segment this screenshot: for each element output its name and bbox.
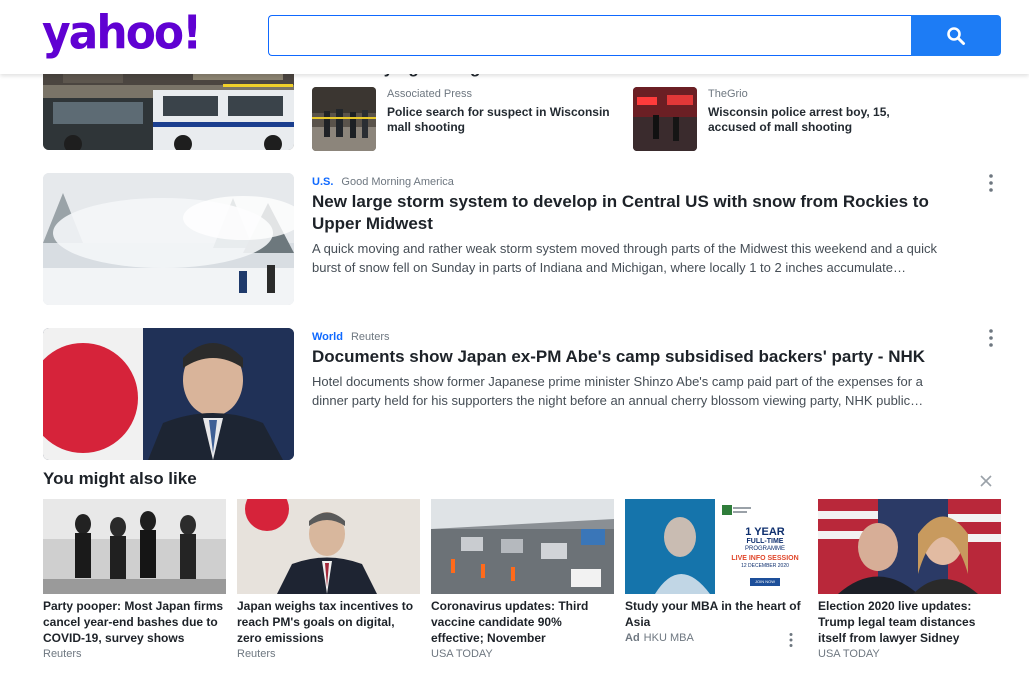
story-headline-1[interactable]: New large storm system to develop in Cen… (312, 191, 932, 235)
related-thumbnail-2 (633, 87, 697, 151)
card-provider-1: Reuters (43, 648, 82, 660)
card-provider-5: USA TODAY (818, 648, 880, 660)
story-summary-2: Hotel documents show former Japanese pri… (312, 374, 924, 408)
story-headline-2[interactable]: Documents show Japan ex-PM Abe's camp su… (312, 346, 962, 368)
card-title-2[interactable]: Japan weighs tax incentives to reach PM'… (237, 598, 420, 646)
related-story-1[interactable]: Associated Press Police search for suspe… (312, 87, 622, 151)
story-category-1[interactable]: U.S. (312, 176, 333, 188)
ad-image-text: 1 YEAR FULL-TIME PROGRAMME LIVE INFO SES… (731, 526, 799, 586)
ad-label: Ad (625, 632, 640, 644)
recommendation-card-3[interactable]: Coronavirus updates: Third vaccine candi… (431, 499, 614, 660)
story-provider-1: Good Morning America (341, 176, 454, 188)
card-title-5[interactable]: Election 2020 live updates: Trump legal … (818, 598, 1001, 646)
recommendation-card-1[interactable]: Party pooper: Most Japan firms cancel ye… (43, 499, 226, 660)
more-vertical-icon[interactable] (981, 173, 1001, 193)
search-icon (947, 26, 965, 45)
card-provider-2: Reuters (237, 648, 276, 660)
story-provider-2: Reuters (350, 331, 390, 343)
card-thumbnail-4: 1 YEAR FULL-TIME PROGRAMME LIVE INFO SES… (625, 499, 808, 594)
related-thumbnail-1 (312, 87, 376, 151)
card-thumbnail-2 (237, 499, 420, 594)
story-thumbnail-snow[interactable] (43, 173, 294, 305)
related-story-2[interactable]: TheGrio Wisconsin police arrest boy, 15,… (633, 87, 943, 151)
search-button[interactable] (911, 15, 1001, 56)
you-might-also-like-heading: You might also like (43, 469, 197, 488)
story-meta-2: World Reuters (312, 331, 390, 343)
recommendation-card-5[interactable]: Election 2020 live updates: Trump legal … (818, 499, 1001, 660)
story-thumbnail-abe[interactable] (43, 328, 294, 460)
card-provider-3: USA TODAY (431, 648, 493, 660)
related-provider-2: TheGrio (708, 88, 748, 100)
card-title-1[interactable]: Party pooper: Most Japan firms cancel ye… (43, 598, 226, 646)
header: yahoo! (0, 0, 1029, 74)
search-input[interactable] (268, 15, 912, 56)
more-vertical-icon[interactable] (785, 632, 797, 648)
yahoo-logo[interactable]: yahoo! (42, 7, 202, 61)
card-title-3[interactable]: Coronavirus updates: Third vaccine candi… (431, 598, 614, 646)
recommendation-card-2[interactable]: Japan weighs tax incentives to reach PM'… (237, 499, 420, 660)
close-icon[interactable] (978, 473, 994, 489)
related-headline-1[interactable]: Police search for suspect in Wisconsin m… (387, 105, 612, 135)
story-summary-1: A quick moving and rather weak storm sys… (312, 241, 938, 275)
related-provider-1: Associated Press (387, 88, 472, 100)
story-meta-1: U.S. Good Morning America (312, 176, 454, 188)
related-headline-2[interactable]: Wisconsin police arrest boy, 15, accused… (708, 105, 933, 135)
card-provider-4: Ad HKU MBA (625, 632, 694, 644)
card-thumbnail-3 (431, 499, 614, 594)
story-category-2[interactable]: World (312, 331, 343, 343)
card-thumbnail-5 (818, 499, 1001, 594)
more-vertical-icon[interactable] (981, 328, 1001, 348)
recommendation-card-4-ad[interactable]: 1 YEAR FULL-TIME PROGRAMME LIVE INFO SES… (625, 499, 808, 647)
card-thumbnail-1 (43, 499, 226, 594)
